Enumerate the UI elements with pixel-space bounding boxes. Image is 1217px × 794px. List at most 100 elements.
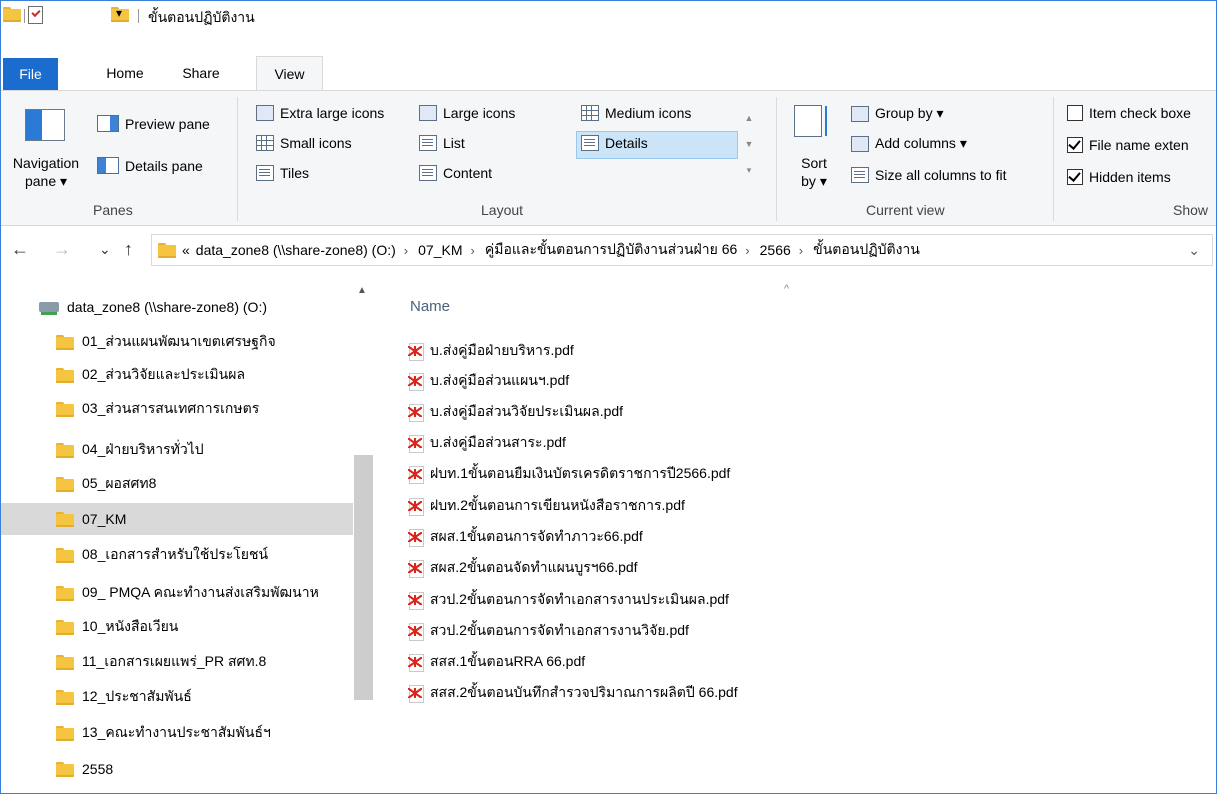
file-item[interactable]: สสส.2ขั้นตอนบันทึกสำรวจปริมาณการผลิตปี 6… — [408, 679, 738, 707]
file-item[interactable]: สผส.1ขั้นตอนการจัดทำภาวะ66.pdf — [408, 523, 643, 551]
address-bar[interactable]: « data_zone8 (\\share-zone8) (O:) › 07_K… — [151, 234, 1213, 266]
sort-icon[interactable] — [794, 105, 827, 137]
file-name: บ.ส่งคู่มือส่วนแผนฯ.pdf — [430, 372, 570, 388]
tab-view[interactable]: View — [256, 56, 323, 91]
tree-item-label: 2558 — [82, 761, 114, 777]
tab-share[interactable]: Share — [171, 56, 231, 90]
tree-item-folder[interactable]: 08_เอกสารสำหรับใช้ประโยชน์ — [1, 539, 353, 571]
tree-scrollbar[interactable]: ▲ — [353, 281, 373, 793]
file-name: บ.ส่งคู่มือส่วนวิจัยประเมินผล.pdf — [430, 403, 624, 419]
tab-file[interactable]: File — [3, 58, 58, 90]
scrollbar-thumb[interactable] — [354, 455, 373, 700]
item-check-boxes-checkbox[interactable] — [1067, 105, 1083, 121]
navigation-pane-button[interactable]: Navigation pane ▾ — [1, 154, 91, 190]
small-icons-button[interactable]: Small icons — [256, 135, 352, 151]
group-by-button[interactable]: Group by ▾ — [851, 105, 944, 122]
tree-item-folder[interactable]: 11_เอกสารเผยแพร่_PR สศท.8 — [1, 646, 353, 678]
network-drive-icon — [39, 302, 59, 315]
item-check-boxes-toggle[interactable]: Item check boxe — [1067, 105, 1191, 121]
gallery-down-icon[interactable]: ▼ — [741, 131, 757, 157]
navigation-pane-icon[interactable] — [25, 109, 65, 141]
file-item[interactable]: สวป.2ขั้นตอนการจัดทำเอกสารงานประเมินผล.p… — [408, 586, 729, 614]
file-item[interactable]: บ.ส่งคู่มือฝ่ายบริหาร.pdf — [408, 337, 574, 365]
gallery-more-icon[interactable]: ▾ — [741, 157, 757, 183]
tree-item-folder[interactable]: 2558 — [1, 753, 353, 785]
tree-item-folder[interactable]: 05_ผอสศท8 — [1, 468, 353, 500]
breadcrumb-current[interactable]: ขั้นตอนปฏิบัติงาน — [813, 239, 920, 261]
tree-item-folder[interactable]: 10_หนังสือเวียน — [1, 611, 353, 643]
pdf-icon — [408, 497, 424, 516]
file-list: ^ Name บ.ส่งคู่มือฝ่ายบริหาร.pdf บ.ส่งคู… — [374, 281, 1214, 793]
chevron-right-icon[interactable]: › — [404, 243, 408, 258]
extra-large-icons-button[interactable]: Extra large icons — [256, 105, 384, 121]
hidden-items-toggle[interactable]: Hidden items — [1067, 169, 1171, 185]
tree-item-folder-partial[interactable] — [1, 787, 353, 793]
content-view-button[interactable]: Content — [419, 165, 492, 181]
tree-item-label: 03_ส่วนสารสนเทศการเกษตร — [82, 400, 260, 416]
layout-group-label: Layout — [481, 202, 524, 218]
tree-item-folder[interactable]: 12_ประชาสัมพันธ์ — [1, 681, 353, 713]
file-name: สสส.2ขั้นตอนบันทึกสำรวจปริมาณการผลิตปี 6… — [430, 684, 738, 700]
file-item[interactable]: ฝบท.2ขั้นตอนการเขียนหนังสือราชการ.pdf — [408, 492, 685, 520]
layout-gallery-scroll[interactable]: ▲ ▼ ▾ — [741, 105, 757, 185]
file-item[interactable]: สวป.2ขั้นตอนการจัดทำเอกสารงานวิจัย.pdf — [408, 617, 689, 645]
ribbon: Navigation pane ▾ Preview pane Details p… — [1, 90, 1216, 226]
pdf-icon — [408, 559, 424, 578]
breadcrumb-2566[interactable]: 2566 — [760, 242, 791, 258]
details-pane-button[interactable]: Details pane — [97, 157, 203, 174]
breadcrumb-overflow[interactable]: « — [182, 242, 190, 258]
large-icons-button[interactable]: Large icons — [419, 105, 515, 121]
folder-icon — [56, 689, 74, 705]
tree-item-folder[interactable]: 13_คณะทำงานประชาสัมพันธ์ฯ — [1, 717, 353, 749]
file-item[interactable]: สผส.2ขั้นตอนจัดทำแผนบูรฯ66.pdf — [408, 554, 638, 582]
explorer-window: ▾ ขั้นตอนปฏิบัติงาน File Home Share View… — [0, 0, 1217, 794]
content-label: Content — [443, 165, 493, 181]
hidden-items-checkbox[interactable] — [1067, 169, 1083, 185]
file-item[interactable]: บ.ส่งคู่มือส่วนแผนฯ.pdf — [408, 367, 569, 395]
file-name: ฝบท.1ขั้นตอนยืมเงินบัตรเครดิตราชการปี256… — [430, 465, 731, 481]
file-item[interactable]: สสส.1ขั้นตอนRRA 66.pdf — [408, 648, 585, 676]
recent-locations-icon[interactable]: ⌄ — [99, 241, 111, 258]
tree-item-label: 02_ส่วนวิจัยและประเมินผล — [82, 366, 246, 382]
file-item[interactable]: บ.ส่งคู่มือส่วนสาระ.pdf — [408, 429, 566, 457]
up-icon[interactable]: ↑ — [124, 239, 133, 260]
tree-item-folder[interactable]: 09_ PMQA คณะทำงานส่งเสริมพัฒนาห — [1, 577, 353, 609]
file-item[interactable]: บ.ส่งคู่มือส่วนวิจัยประเมินผล.pdf — [408, 398, 623, 426]
size-all-columns-button[interactable]: Size all columns to fit — [851, 167, 1007, 183]
group-divider — [1053, 97, 1054, 221]
list-view-button[interactable]: List — [419, 135, 465, 151]
tree-item-folder[interactable]: 03_ส่วนสารสนเทศการเกษตร — [1, 393, 353, 425]
tiles-button[interactable]: Tiles — [256, 165, 309, 181]
tree-item-folder-selected[interactable]: 07_KM — [1, 503, 353, 535]
preview-pane-button[interactable]: Preview pane — [97, 115, 210, 132]
panes-group-label: Panes — [93, 202, 133, 218]
breadcrumb-km[interactable]: 07_KM — [418, 242, 462, 258]
breadcrumb-manual-folder[interactable]: คู่มือและขั้นตอนการปฏิบัติงานส่วนฝ่าย 66 — [485, 239, 737, 261]
column-header-name[interactable]: Name — [410, 298, 450, 315]
folder-icon — [56, 547, 74, 563]
chevron-right-icon[interactable]: › — [471, 243, 475, 258]
file-name-extensions-toggle[interactable]: File name exten — [1067, 137, 1189, 153]
tree-item-drive[interactable]: data_zone8 (\\share-zone8) (O:) — [1, 291, 353, 323]
chevron-right-icon[interactable]: › — [745, 243, 749, 258]
medium-icons-button[interactable]: Medium icons — [581, 105, 691, 121]
back-icon[interactable]: ← — [11, 239, 29, 260]
chevron-down-icon[interactable]: ⌄ — [1188, 242, 1200, 259]
details-view-button[interactable]: Details — [581, 135, 648, 151]
tree-item-folder[interactable]: 04_ฝ่ายบริหารทั่วไป — [1, 434, 353, 466]
tree-item-folder[interactable]: 02_ส่วนวิจัยและประเมินผล — [1, 359, 353, 391]
folder-icon — [56, 619, 74, 635]
chevron-right-icon[interactable]: › — [799, 243, 803, 258]
scroll-up-icon[interactable]: ▲ — [357, 285, 367, 296]
file-item[interactable]: ฝบท.1ขั้นตอนยืมเงินบัตรเครดิตราชการปี256… — [408, 460, 730, 488]
breadcrumb-drive[interactable]: data_zone8 (\\share-zone8) (O:) — [196, 242, 396, 258]
tab-home[interactable]: Home — [96, 56, 154, 90]
tree-item-folder[interactable]: 01_ส่วนแผนพัฒนาเขตเศรษฐกิจ — [1, 326, 353, 358]
forward-icon[interactable]: → — [53, 239, 71, 260]
gallery-up-icon[interactable]: ▲ — [741, 105, 757, 131]
quick-access-dropdown[interactable]: ▾ — [116, 6, 122, 20]
add-columns-button[interactable]: Add columns ▾ — [851, 135, 967, 152]
file-name-extensions-checkbox[interactable] — [1067, 137, 1083, 153]
sort-by-button[interactable]: Sort by ▾ — [794, 154, 834, 190]
properties-icon[interactable] — [28, 6, 43, 24]
